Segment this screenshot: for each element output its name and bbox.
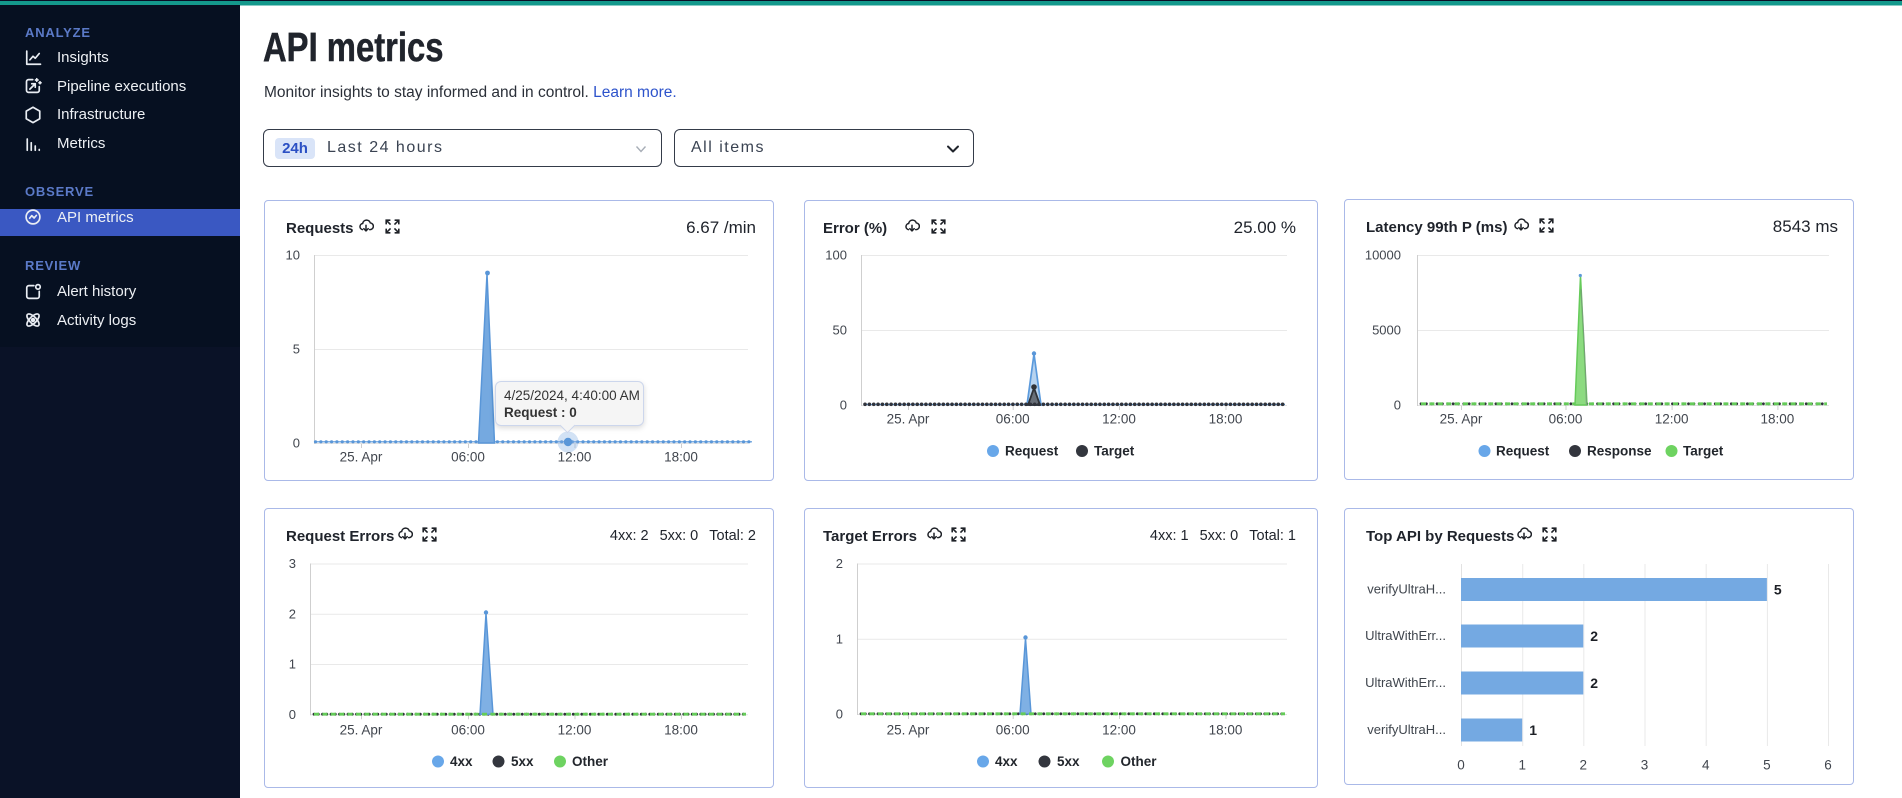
svg-text:5xx: 5xx (1057, 754, 1080, 769)
svg-text:4xx: 4xx (450, 754, 473, 769)
svg-text:10000: 10000 (1365, 248, 1401, 263)
svg-text:Other: Other (572, 754, 609, 769)
svg-text:06:00: 06:00 (451, 723, 485, 738)
svg-text:0: 0 (1394, 398, 1401, 413)
svg-text:6: 6 (1824, 758, 1832, 773)
svg-text:12:00: 12:00 (558, 723, 592, 738)
svg-text:12:00: 12:00 (1655, 412, 1689, 427)
svg-text:18:00: 18:00 (1761, 412, 1795, 427)
svg-text:25. Apr: 25. Apr (340, 723, 383, 738)
svg-text:12:00: 12:00 (1102, 412, 1136, 427)
svg-text:Target: Target (1683, 444, 1724, 459)
svg-text:5: 5 (1774, 582, 1782, 598)
svg-text:18:00: 18:00 (1209, 723, 1243, 738)
svg-text:UltraWithErr...: UltraWithErr... (1365, 675, 1446, 690)
svg-text:0: 0 (289, 707, 296, 722)
svg-text:18:00: 18:00 (664, 450, 698, 465)
svg-text:0: 0 (840, 398, 847, 413)
svg-text:06:00: 06:00 (996, 723, 1030, 738)
svg-text:Response: Response (1587, 444, 1652, 459)
svg-text:UltraWithErr...: UltraWithErr... (1365, 628, 1446, 643)
svg-text:0: 0 (836, 707, 843, 722)
svg-text:06:00: 06:00 (996, 412, 1030, 427)
svg-text:1: 1 (1529, 722, 1537, 738)
svg-text:12:00: 12:00 (558, 450, 592, 465)
svg-text:25. Apr: 25. Apr (1440, 412, 1483, 427)
svg-text:06:00: 06:00 (1549, 412, 1583, 427)
svg-text:3: 3 (1641, 758, 1649, 773)
svg-text:verifyUltraH...: verifyUltraH... (1367, 582, 1446, 597)
svg-text:2: 2 (836, 556, 843, 571)
svg-text:06:00: 06:00 (451, 450, 485, 465)
svg-text:4xx: 4xx (995, 754, 1018, 769)
svg-text:25. Apr: 25. Apr (887, 723, 930, 738)
svg-text:25. Apr: 25. Apr (887, 412, 930, 427)
svg-text:5xx: 5xx (511, 754, 534, 769)
svg-text:1: 1 (1518, 758, 1526, 773)
svg-text:0: 0 (1457, 758, 1465, 773)
svg-text:Request: Request (1005, 444, 1059, 459)
svg-text:5000: 5000 (1372, 323, 1401, 338)
svg-text:2: 2 (289, 606, 296, 621)
svg-text:0: 0 (293, 436, 300, 451)
svg-text:18:00: 18:00 (1209, 412, 1243, 427)
svg-text:18:00: 18:00 (664, 723, 698, 738)
svg-text:verifyUltraH...: verifyUltraH... (1367, 722, 1446, 737)
svg-text:Target: Target (1094, 444, 1135, 459)
svg-text:Other: Other (1121, 754, 1158, 769)
svg-text:2: 2 (1590, 675, 1598, 691)
svg-text:3: 3 (289, 556, 296, 571)
svg-text:10: 10 (286, 248, 300, 263)
svg-text:1: 1 (289, 657, 296, 672)
svg-text:Request: Request (1496, 444, 1550, 459)
svg-text:5: 5 (1763, 758, 1771, 773)
svg-text:4: 4 (1702, 758, 1710, 773)
svg-text:50: 50 (833, 323, 847, 338)
svg-text:5: 5 (293, 342, 300, 357)
svg-text:2: 2 (1590, 628, 1598, 644)
svg-text:12:00: 12:00 (1102, 723, 1136, 738)
svg-text:1: 1 (836, 631, 843, 646)
svg-text:100: 100 (825, 248, 847, 263)
svg-text:25. Apr: 25. Apr (340, 450, 383, 465)
svg-text:2: 2 (1580, 758, 1588, 773)
